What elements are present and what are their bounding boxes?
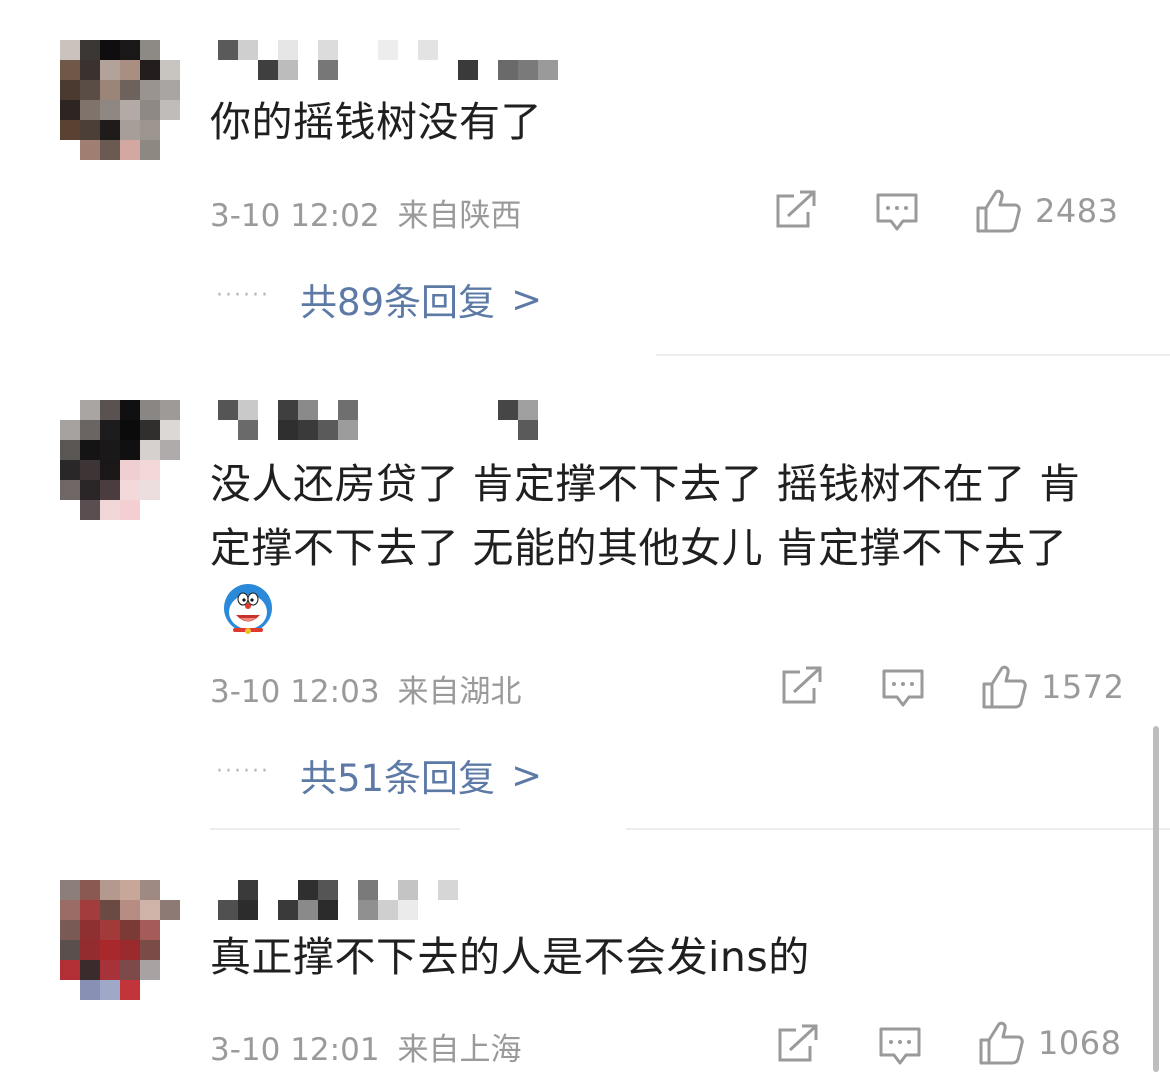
comment-icon (878, 1026, 922, 1068)
scrollbar[interactable] (1153, 726, 1159, 1072)
comment-meta: 3-10 12:01 来自上海 (210, 1024, 522, 1069)
like-button[interactable]: 1068 (978, 1020, 1121, 1066)
share-icon (776, 1024, 820, 1064)
thumbs-up-icon (978, 1020, 1024, 1066)
avatar[interactable] (60, 880, 180, 1000)
comment-item: 真正撑不下去的人是不会发ins的 3-10 12:01 来自上海 1068 (0, 0, 1170, 1072)
comment-location: 来自上海 (397, 1032, 522, 1068)
like-count: 1068 (1038, 1024, 1122, 1062)
comment-text: 真正撑不下去的人是不会发ins的 (210, 933, 810, 981)
share-button[interactable] (776, 1024, 820, 1064)
comment-date: 3-10 12:01 (210, 1032, 380, 1068)
comment-button[interactable] (878, 1026, 922, 1068)
